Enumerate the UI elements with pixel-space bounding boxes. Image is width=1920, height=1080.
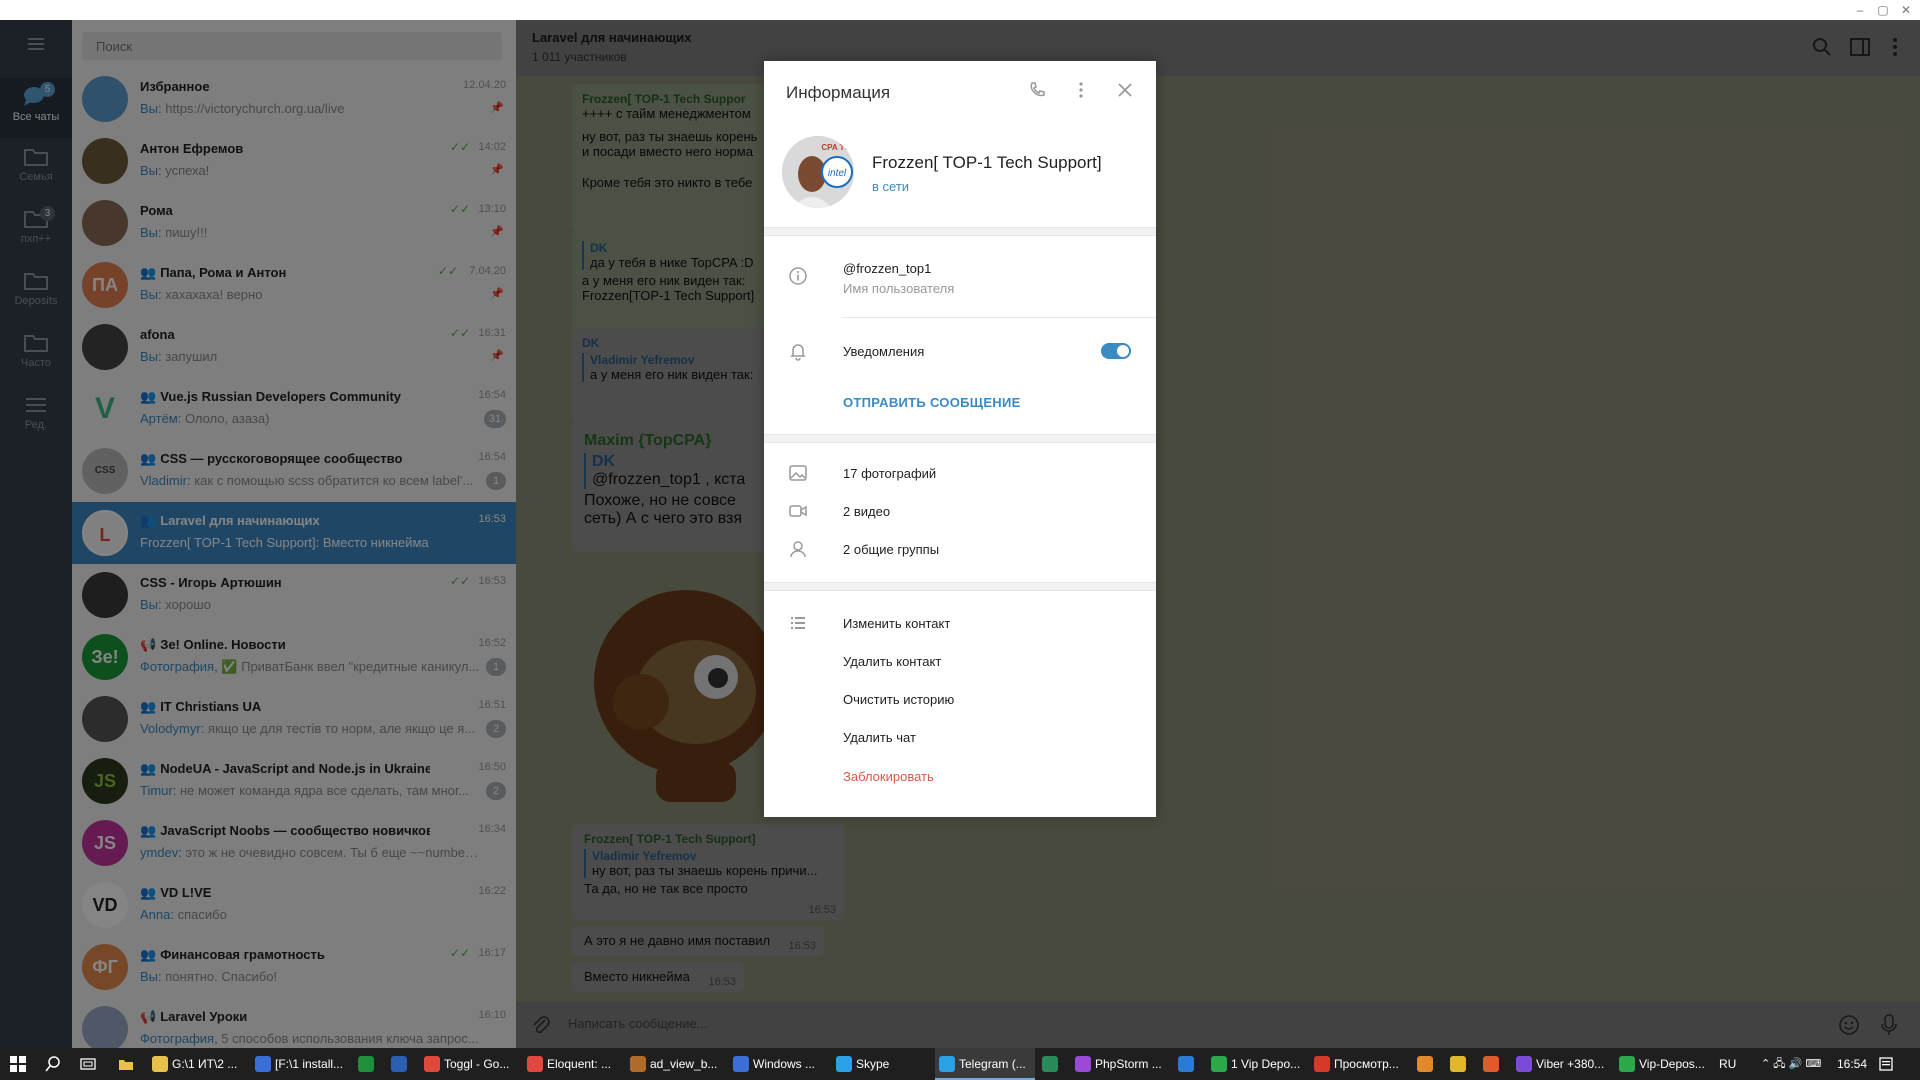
taskbar-app-label: 1 Vip Depo... [1231, 1057, 1301, 1071]
app-icon [1619, 1056, 1635, 1072]
block-user-button[interactable]: Заблокировать [843, 769, 934, 784]
clock[interactable]: 16:54 [1837, 1048, 1867, 1080]
list-icon [791, 617, 805, 629]
taskbar-app-label: Telegram (... [959, 1057, 1026, 1071]
svg-text:CPA TO: CPA TO [821, 143, 850, 152]
taskbar-app-label: Eloquent: ... [547, 1057, 612, 1071]
taskbar-app[interactable] [1174, 1048, 1204, 1080]
taskbar-app[interactable]: Telegram (... [935, 1048, 1035, 1080]
app-icon [1483, 1056, 1499, 1072]
username-label: Имя пользователя [843, 281, 955, 296]
online-status: в сети [872, 179, 910, 194]
close-window-button[interactable]: ✕ [1891, 1, 1920, 19]
taskbar-app[interactable]: Viber +380... [1512, 1048, 1612, 1080]
app-icon [1417, 1056, 1433, 1072]
task-view-icon[interactable] [80, 1056, 96, 1072]
delete-contact-button[interactable]: Удалить контакт [843, 654, 941, 669]
taskbar-app[interactable] [354, 1048, 384, 1080]
taskbar-app-label: ad_view_b... [650, 1057, 718, 1071]
app-icon [1314, 1056, 1330, 1072]
profile-avatar[interactable]: intel CPA TO [782, 136, 854, 208]
taskbar-app-label: Skype [856, 1057, 890, 1071]
app-icon [1075, 1056, 1091, 1072]
app-icon [1211, 1056, 1227, 1072]
taskbar-app[interactable]: Skype [832, 1048, 932, 1080]
taskbar-app[interactable]: G:\1 ИТ\2 ... [148, 1048, 248, 1080]
app-icon [391, 1056, 407, 1072]
taskbar-app[interactable]: Eloquent: ... [523, 1048, 623, 1080]
notifications-icon[interactable] [1878, 1056, 1894, 1072]
app-icon [527, 1056, 543, 1072]
username[interactable]: @frozzen_top1 [843, 261, 931, 276]
taskbar-app-label: Toggl - Go... [444, 1057, 510, 1071]
more-vert-icon[interactable] [1072, 81, 1090, 99]
bell-icon [790, 344, 806, 361]
taskbar-app[interactable] [1446, 1048, 1476, 1080]
windows-taskbar: G:\1 ИТ\2 ... [F:\1 install... Toggl - Go.… [0, 1048, 1920, 1080]
videos-link[interactable]: 2 видео [843, 504, 890, 519]
profile-name: Frozzen[ TOP-1 Tech Support] [872, 153, 1102, 172]
svg-text:intel: intel [828, 168, 847, 179]
notifications-label: Уведомления [843, 344, 925, 359]
language-indicator[interactable]: RU [1719, 1048, 1736, 1080]
photos-link[interactable]: 17 фотографий [843, 466, 936, 481]
close-icon[interactable] [1116, 81, 1134, 99]
app-icon [939, 1056, 955, 1072]
app-icon [1516, 1056, 1532, 1072]
taskbar-app-label: Vip-Depos... [1639, 1057, 1705, 1071]
phone-icon[interactable] [1028, 81, 1046, 99]
section-divider [764, 582, 1156, 591]
edit-contact-button[interactable]: Изменить контакт [843, 616, 950, 631]
tray-icons[interactable]: ⌃ 🖧 🔊 ⌨ [1761, 1048, 1821, 1080]
taskbar-app[interactable]: PhpStorm ... [1071, 1048, 1171, 1080]
taskbar-app[interactable] [1413, 1048, 1443, 1080]
file-explorer-icon[interactable] [118, 1056, 134, 1072]
app-icon [733, 1056, 749, 1072]
taskbar-app-label: Windows ... [753, 1057, 816, 1071]
taskbar-app[interactable]: Vip-Depos... [1615, 1048, 1715, 1080]
taskbar-app[interactable] [1038, 1048, 1068, 1080]
taskbar-app-label: PhpStorm ... [1095, 1057, 1162, 1071]
row-divider [842, 317, 1156, 318]
app-icon [1450, 1056, 1466, 1072]
section-divider [764, 227, 1156, 236]
app-icon [152, 1056, 168, 1072]
taskbar-app-label: Просмотр... [1334, 1057, 1399, 1071]
video-icon [789, 505, 807, 517]
app-icon [1042, 1056, 1058, 1072]
app-icon [630, 1056, 646, 1072]
search-icon[interactable] [45, 1056, 61, 1072]
taskbar-app-label: [F:\1 install... [275, 1057, 344, 1071]
user-icon [790, 541, 806, 558]
common-groups-link[interactable]: 2 общие группы [843, 542, 939, 557]
app-icon [358, 1056, 374, 1072]
avatar-image: intel CPA TO [782, 136, 854, 208]
taskbar-app[interactable]: [F:\1 install... [251, 1048, 351, 1080]
app-icon [255, 1056, 271, 1072]
photo-icon [789, 465, 807, 481]
app-icon [424, 1056, 440, 1072]
windows-start-icon[interactable] [10, 1056, 26, 1072]
taskbar-app[interactable]: Windows ... [729, 1048, 829, 1080]
info-icon [789, 267, 807, 285]
taskbar-app-label: Viber +380... [1536, 1057, 1605, 1071]
section-divider [764, 434, 1156, 443]
dialog-title: Информация [786, 83, 891, 102]
taskbar-app[interactable] [387, 1048, 417, 1080]
notifications-toggle[interactable] [1101, 343, 1131, 359]
taskbar-app[interactable] [1479, 1048, 1509, 1080]
app-icon [1178, 1056, 1194, 1072]
taskbar-app[interactable]: ad_view_b... [626, 1048, 726, 1080]
app-icon [836, 1056, 852, 1072]
taskbar-app[interactable]: Просмотр... [1310, 1048, 1410, 1080]
window-titlebar: – ▢ ✕ [0, 0, 1920, 20]
clear-history-button[interactable]: Очистить историю [843, 692, 954, 707]
info-dialog: Информация intel CPA TO Frozzen[ TOP-1 T… [764, 61, 1156, 817]
taskbar-app-label: G:\1 ИТ\2 ... [172, 1057, 238, 1071]
taskbar-app[interactable]: Toggl - Go... [420, 1048, 520, 1080]
delete-chat-button[interactable]: Удалить чат [843, 730, 916, 745]
taskbar-app[interactable]: 1 Vip Depo... [1207, 1048, 1307, 1080]
send-message-button[interactable]: ОТПРАВИТЬ СООБЩЕНИЕ [843, 395, 1021, 410]
